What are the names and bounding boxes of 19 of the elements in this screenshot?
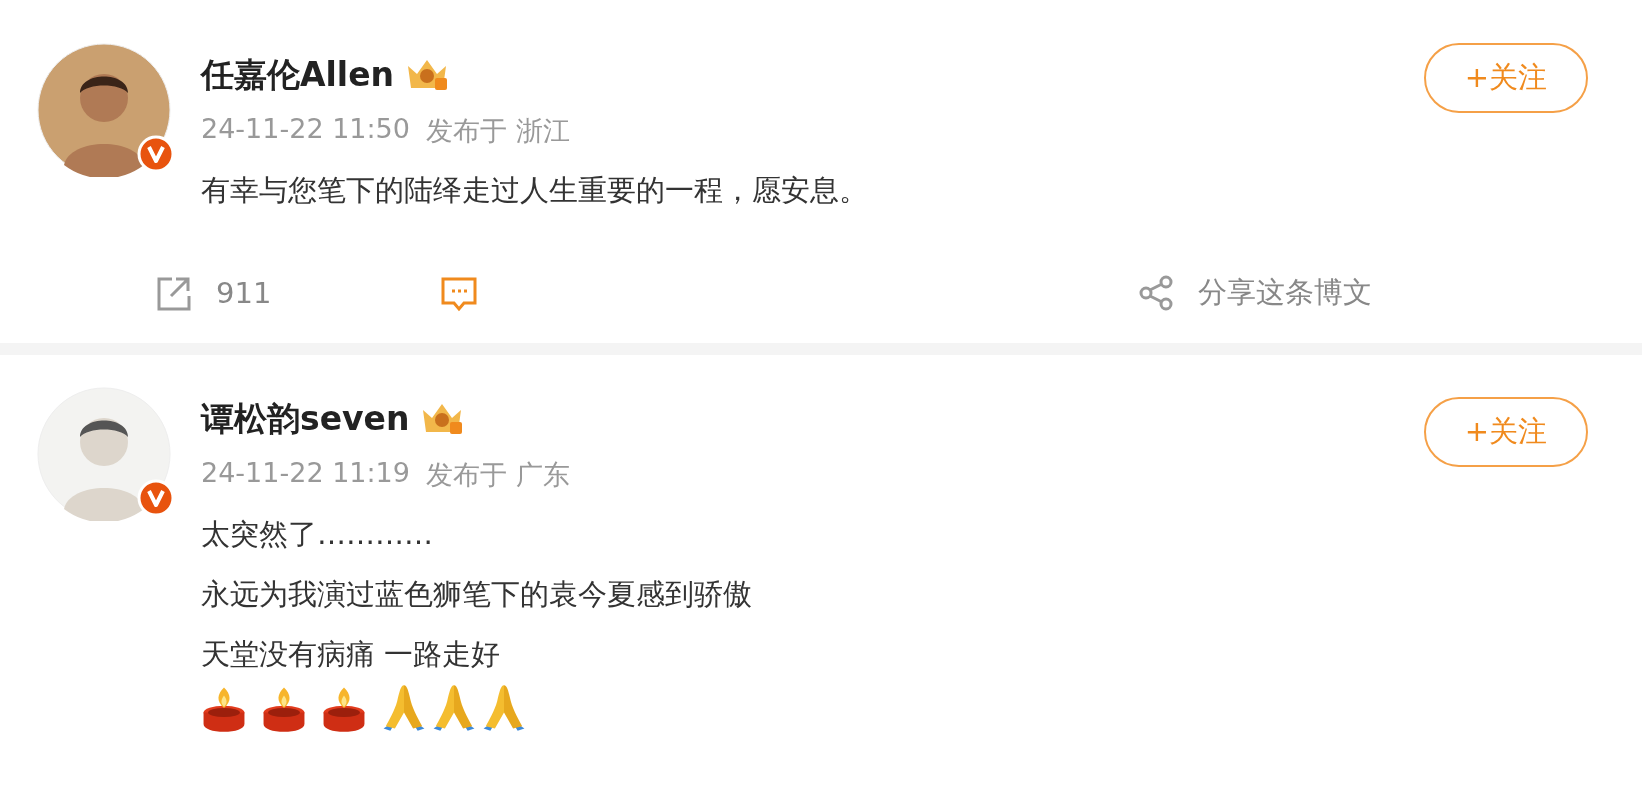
praying-hands-icon (431, 683, 477, 733)
follow-button[interactable]: +关注 (1424, 43, 1588, 113)
avatar[interactable] (37, 43, 171, 177)
post-time: 24-11-22 11:50 (201, 113, 410, 146)
repost-count: 911 (216, 276, 272, 310)
post-text: 永远为我演过蓝色狮笔下的袁今夏感到骄傲 (201, 576, 753, 613)
user-name[interactable]: 谭松韵seven (201, 396, 410, 442)
praying-hands-icon (381, 683, 427, 733)
share-label[interactable]: 分享这条博文 (1198, 273, 1372, 313)
follow-button[interactable]: +关注 (1424, 397, 1588, 467)
avatar[interactable] (37, 387, 171, 521)
user-name[interactable]: 任嘉伦Allen (201, 52, 395, 98)
post-text: 太突然了………… (201, 516, 434, 553)
post-location: 发布于 广东 (425, 458, 570, 492)
post-location: 发布于 浙江 (425, 114, 570, 148)
post-text: 有幸与您笔下的陆绎走过人生重要的一程，愿安息。 (201, 172, 869, 209)
post-text: 天堂没有病痛 一路走好 (201, 636, 502, 673)
praying-hands-icon (481, 683, 527, 733)
post-time: 24-11-22 11:19 (201, 457, 410, 490)
